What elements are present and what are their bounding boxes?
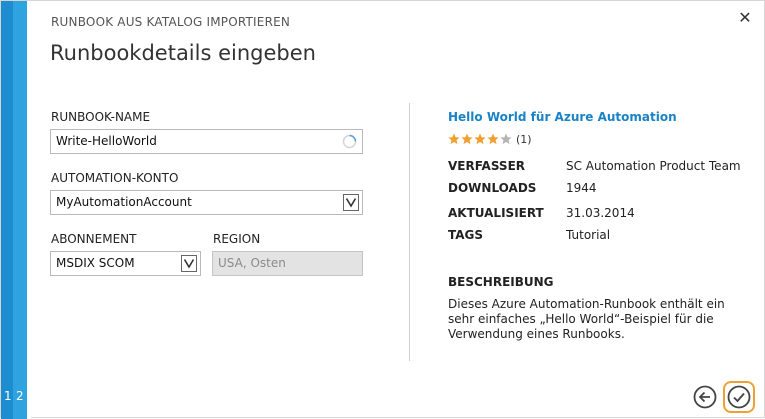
runbook-name-value: Write-HelloWorld bbox=[56, 134, 157, 148]
meta-value-tags: Tutorial bbox=[566, 228, 611, 242]
import-runbook-dialog: 1 2 RUNBOOK AUS KATALOG IMPORTIEREN Runb… bbox=[0, 0, 765, 419]
subscription-select[interactable]: MSDIX SCOM bbox=[50, 251, 201, 276]
rail-step-1 bbox=[1, 1, 13, 419]
star-filled-icon bbox=[474, 133, 486, 145]
runbook-title-link[interactable]: Hello World für Azure Automation bbox=[448, 110, 677, 124]
star-filled-icon bbox=[461, 133, 473, 145]
description-heading: BESCHREIBUNG bbox=[448, 275, 554, 289]
star-filled-icon bbox=[448, 133, 460, 145]
meta-key-downloads: DOWNLOADS bbox=[448, 181, 537, 195]
automation-account-label: AUTOMATION-KONTO bbox=[51, 171, 179, 185]
wizard-step-rail: 1 2 bbox=[1, 1, 31, 419]
rail-separator bbox=[27, 1, 31, 419]
meta-value-updated: 31.03.2014 bbox=[566, 206, 635, 220]
loading-spinner-icon bbox=[342, 134, 357, 149]
runbook-name-label: RUNBOOK-NAME bbox=[51, 110, 151, 124]
rating-count: (1) bbox=[516, 132, 532, 146]
automation-account-value: MyAutomationAccount bbox=[56, 195, 192, 209]
dropdown-arrow-icon[interactable] bbox=[343, 194, 359, 211]
region-label: REGION bbox=[213, 232, 261, 246]
star-rating: (1) bbox=[448, 131, 532, 147]
automation-account-select[interactable]: MyAutomationAccount bbox=[50, 190, 363, 215]
page-title: Runbookdetails eingeben bbox=[50, 41, 316, 65]
close-icon[interactable]: ✕ bbox=[738, 10, 752, 26]
step-indicator-2[interactable]: 2 bbox=[16, 389, 24, 403]
star-empty-icon bbox=[500, 133, 512, 145]
dropdown-arrow-icon[interactable] bbox=[181, 255, 197, 272]
meta-key-tags: TAGS bbox=[448, 228, 484, 242]
meta-key-updated: AKTUALISIERT bbox=[448, 206, 544, 220]
meta-value-author: SC Automation Product Team bbox=[566, 159, 741, 173]
dialog-subtitle: RUNBOOK AUS KATALOG IMPORTIEREN bbox=[51, 15, 291, 29]
region-value: USA, Osten bbox=[218, 256, 286, 270]
region-input: USA, Osten bbox=[212, 251, 363, 276]
step-indicator-1[interactable]: 1 bbox=[4, 389, 12, 403]
description-text: Dieses Azure Automation-Runbook enthält … bbox=[448, 297, 725, 341]
star-filled-icon bbox=[487, 133, 499, 145]
subscription-value: MSDIX SCOM bbox=[56, 256, 135, 270]
meta-value-downloads: 1944 bbox=[566, 181, 597, 195]
back-arrow-icon bbox=[693, 385, 717, 409]
runbook-name-input[interactable]: Write-HelloWorld bbox=[50, 129, 363, 154]
rail-step-2 bbox=[13, 1, 27, 419]
back-button[interactable] bbox=[693, 385, 717, 409]
panel-divider bbox=[409, 103, 410, 361]
meta-key-author: VERFASSER bbox=[448, 159, 526, 173]
finish-button[interactable] bbox=[723, 381, 755, 413]
checkmark-icon bbox=[727, 385, 751, 409]
subscription-label: ABONNEMENT bbox=[51, 232, 137, 246]
